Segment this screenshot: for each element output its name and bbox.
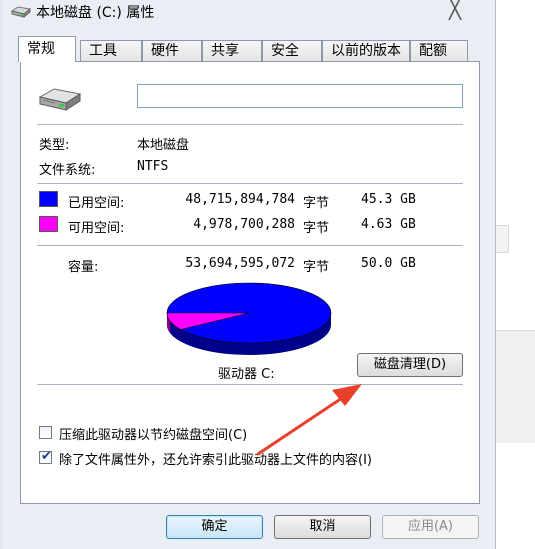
annotation-arrow — [256, 384, 362, 456]
tab-general[interactable]: 常规 — [18, 36, 76, 62]
